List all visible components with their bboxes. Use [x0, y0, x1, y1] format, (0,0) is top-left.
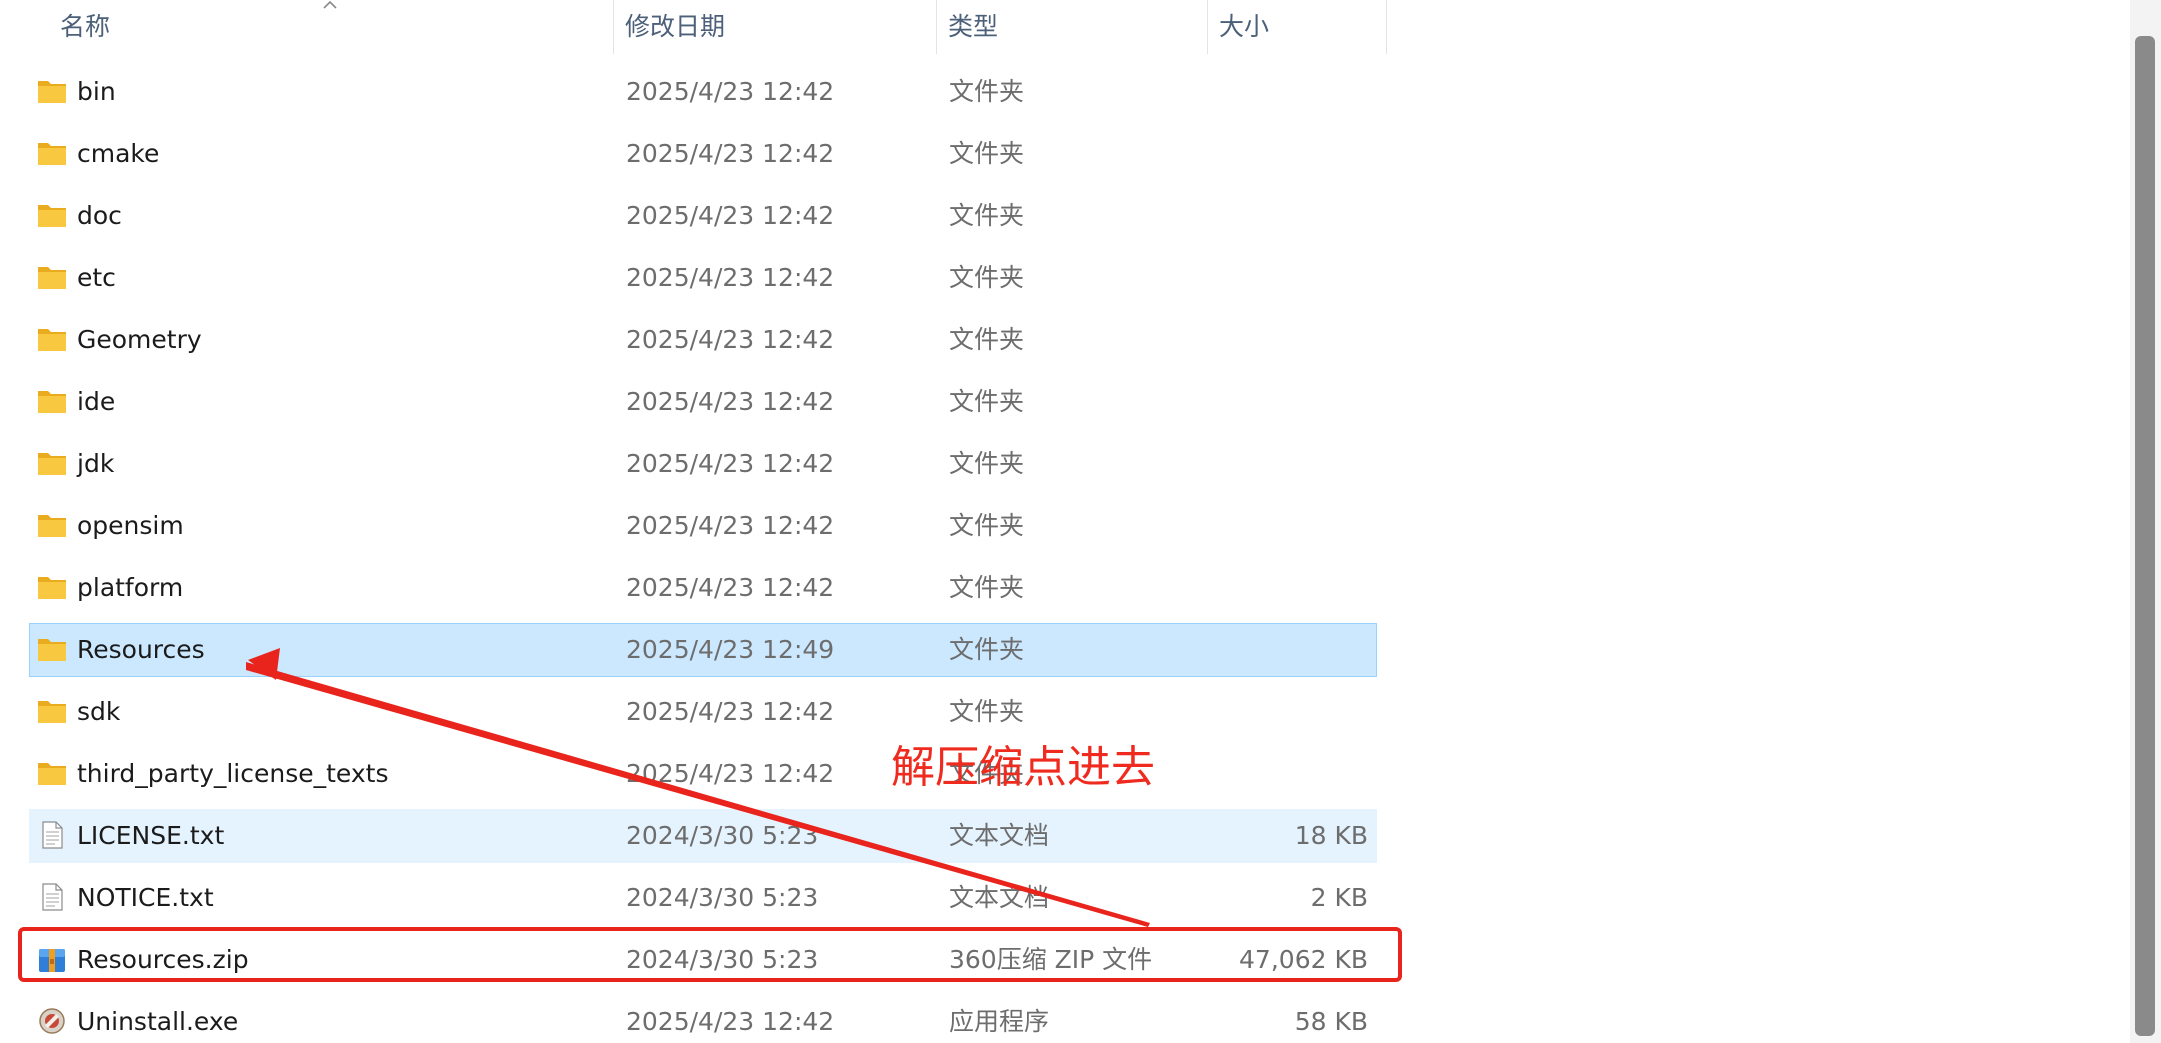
file-row[interactable]: jdk 2025/4/23 12:42 文件夹 [29, 437, 1377, 491]
folder-icon [37, 77, 67, 105]
file-date-modified: 2025/4/23 12:42 [626, 1007, 835, 1036]
file-row[interactable]: cmake 2025/4/23 12:42 文件夹 [29, 127, 1377, 181]
uninstall-app-icon [37, 1007, 67, 1035]
file-name: etc [77, 263, 116, 292]
file-size: 47,062 KB [1239, 945, 1368, 974]
file-type: 应用程序 [949, 1007, 1050, 1036]
file-type: 文件夹 [949, 697, 1025, 726]
file-name: Geometry [77, 325, 202, 354]
folder-icon [37, 511, 67, 539]
file-date-modified: 2025/4/23 12:42 [626, 325, 835, 354]
text-file-icon [37, 883, 67, 911]
file-explorer: 名称 修改日期 类型 大小 bin 2025/4/23 12:42 文件夹 cmake… [0, 0, 2161, 1043]
file-date-modified: 2025/4/23 12:42 [626, 759, 835, 788]
file-row[interactable]: doc 2025/4/23 12:42 文件夹 [29, 189, 1377, 243]
file-date-modified: 2025/4/23 12:42 [626, 263, 835, 292]
folder-icon [37, 449, 67, 477]
file-row[interactable]: ide 2025/4/23 12:42 文件夹 [29, 375, 1377, 429]
folder-icon [37, 759, 67, 787]
file-type: 文件夹 [949, 511, 1025, 540]
folder-icon [37, 697, 67, 725]
file-row[interactable]: opensim 2025/4/23 12:42 文件夹 [29, 499, 1377, 553]
scrollbar-thumb[interactable] [2135, 36, 2155, 1036]
file-date-modified: 2024/3/30 5:23 [626, 821, 819, 850]
file-size: 2 KB [1310, 883, 1368, 912]
file-type: 文本文档 [949, 883, 1050, 912]
file-list: bin 2025/4/23 12:42 文件夹 cmake 2025/4/23 12:4… [0, 0, 1400, 1043]
file-name: doc [77, 201, 122, 230]
annotation-text: 解压缩点进去 [891, 742, 1155, 793]
file-row[interactable]: Geometry 2025/4/23 12:42 文件夹 [29, 313, 1377, 367]
file-name: third_party_license_texts [77, 759, 389, 788]
file-date-modified: 2025/4/23 12:42 [626, 201, 835, 230]
file-type: 文件夹 [949, 387, 1025, 416]
file-type: 文件夹 [949, 635, 1025, 664]
file-type: 文件夹 [949, 573, 1025, 602]
vertical-scrollbar[interactable] [2130, 0, 2161, 1043]
file-name: bin [77, 77, 116, 106]
file-row[interactable]: Uninstall.exe 2025/4/23 12:42 应用程序 58 KB [29, 995, 1377, 1043]
file-row[interactable]: third_party_license_texts 2025/4/23 12:42… [29, 747, 1377, 801]
folder-icon [37, 387, 67, 415]
file-date-modified: 2025/4/23 12:42 [626, 139, 835, 168]
file-type: 文件夹 [949, 263, 1025, 292]
file-size: 18 KB [1294, 821, 1368, 850]
file-name: LICENSE.txt [77, 821, 225, 850]
folder-icon [37, 263, 67, 291]
file-name: Uninstall.exe [77, 1007, 239, 1036]
file-row[interactable]: sdk 2025/4/23 12:42 文件夹 [29, 685, 1377, 739]
file-type: 文件夹 [949, 449, 1025, 478]
file-row[interactable]: bin 2025/4/23 12:42 文件夹 [29, 65, 1377, 119]
file-size: 58 KB [1294, 1007, 1368, 1036]
file-date-modified: 2025/4/23 12:42 [626, 573, 835, 602]
file-type: 文件夹 [949, 139, 1025, 168]
folder-icon [37, 573, 67, 601]
file-row[interactable]: NOTICE.txt 2024/3/30 5:23 文本文档 2 KB [29, 871, 1377, 925]
zip-archive-icon [37, 945, 67, 973]
file-name: Resources [77, 635, 205, 664]
file-date-modified: 2025/4/23 12:42 [626, 387, 835, 416]
file-name: sdk [77, 697, 121, 726]
file-row[interactable]: Resources.zip 2024/3/30 5:23 360压缩 ZIP 文件 4… [29, 933, 1377, 987]
file-row[interactable]: etc 2025/4/23 12:42 文件夹 [29, 251, 1377, 305]
file-name: NOTICE.txt [77, 883, 214, 912]
file-type: 文件夹 [949, 77, 1025, 106]
file-type: 文件夹 [949, 325, 1025, 354]
file-type: 360压缩 ZIP 文件 [949, 945, 1153, 974]
file-type: 文本文档 [949, 821, 1050, 850]
folder-icon [37, 325, 67, 353]
file-row[interactable]: LICENSE.txt 2024/3/30 5:23 文本文档 18 KB [29, 809, 1377, 863]
file-date-modified: 2025/4/23 12:42 [626, 77, 835, 106]
file-row[interactable]: Resources 2025/4/23 12:49 文件夹 [29, 623, 1377, 677]
file-name: ide [77, 387, 116, 416]
file-name: cmake [77, 139, 160, 168]
folder-icon [37, 635, 67, 663]
file-date-modified: 2025/4/23 12:42 [626, 449, 835, 478]
file-date-modified: 2024/3/30 5:23 [626, 883, 819, 912]
file-row[interactable]: platform 2025/4/23 12:42 文件夹 [29, 561, 1377, 615]
text-file-icon [37, 821, 67, 849]
file-name: Resources.zip [77, 945, 249, 974]
file-date-modified: 2025/4/23 12:42 [626, 697, 835, 726]
file-date-modified: 2025/4/23 12:42 [626, 511, 835, 540]
folder-icon [37, 201, 67, 229]
file-date-modified: 2025/4/23 12:49 [626, 635, 835, 664]
file-name: opensim [77, 511, 184, 540]
file-name: jdk [77, 449, 115, 478]
file-name: platform [77, 573, 184, 602]
file-date-modified: 2024/3/30 5:23 [626, 945, 819, 974]
file-type: 文件夹 [949, 201, 1025, 230]
folder-icon [37, 139, 67, 167]
